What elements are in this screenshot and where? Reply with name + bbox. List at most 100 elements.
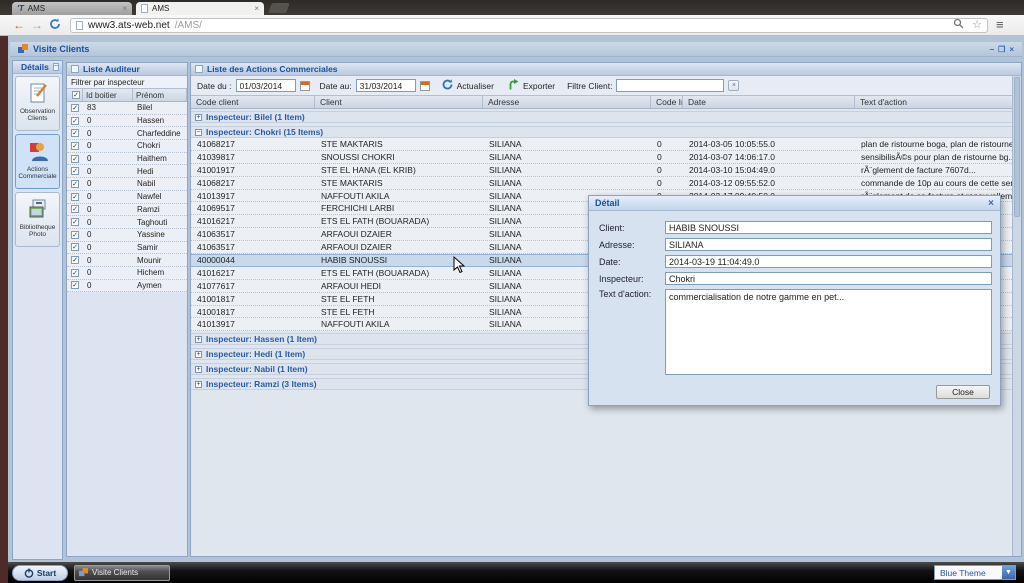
browser-menu-icon[interactable]: ≡ bbox=[996, 20, 1004, 30]
new-tab-button[interactable] bbox=[268, 3, 290, 13]
row-checkbox[interactable]: ✓ bbox=[67, 142, 83, 150]
start-label: Start bbox=[37, 568, 56, 578]
expand-group-icon[interactable]: + bbox=[195, 381, 202, 388]
column-header[interactable]: Code In... bbox=[651, 96, 683, 108]
filter-client-input[interactable] bbox=[616, 79, 724, 92]
auditor-row[interactable]: ✓0Hichem bbox=[67, 267, 187, 280]
row-checkbox[interactable]: ✓ bbox=[67, 281, 83, 289]
tab-close-icon[interactable]: × bbox=[254, 4, 259, 13]
client-field[interactable] bbox=[665, 221, 992, 234]
calendar-icon[interactable] bbox=[420, 81, 430, 91]
sidebar-item-observation-clients[interactable]: ObservationClients bbox=[15, 76, 60, 131]
column-header-name[interactable]: Prénom bbox=[133, 89, 187, 101]
row-checkbox[interactable]: ✓ bbox=[67, 205, 83, 213]
inspecteur-field[interactable] bbox=[665, 272, 992, 285]
column-header[interactable]: Client bbox=[315, 96, 483, 108]
search-icon[interactable] bbox=[953, 16, 964, 34]
refresh-action-icon[interactable] bbox=[442, 79, 453, 92]
auditor-row[interactable]: ✓0Taghouti bbox=[67, 216, 187, 229]
back-icon[interactable]: ← bbox=[10, 18, 28, 32]
row-checkbox[interactable]: ✓ bbox=[67, 243, 83, 251]
expand-group-icon[interactable]: + bbox=[195, 336, 202, 343]
date-from-input[interactable] bbox=[236, 79, 296, 92]
auditor-row[interactable]: ✓83Bilel bbox=[67, 102, 187, 115]
restore-icon[interactable]: ❐ bbox=[998, 45, 1005, 54]
auditor-row[interactable]: ✓0Haithem bbox=[67, 153, 187, 166]
auditor-row[interactable]: ✓0Samir bbox=[67, 242, 187, 255]
adresse-field[interactable] bbox=[665, 238, 992, 251]
refresh-button[interactable]: Actualiser bbox=[457, 81, 494, 91]
column-header[interactable]: Code client bbox=[191, 96, 315, 108]
dialog-close-icon[interactable]: × bbox=[988, 198, 994, 209]
theme-selector[interactable]: Blue Theme ▼ bbox=[934, 565, 1016, 580]
auditor-row[interactable]: ✓0Ramzi bbox=[67, 204, 187, 217]
auditor-row[interactable]: ✓0Aymen bbox=[67, 280, 187, 293]
expand-group-icon[interactable]: + bbox=[195, 351, 202, 358]
tab-close-icon[interactable]: × bbox=[122, 4, 127, 13]
table-row[interactable]: 41068217STE MAKTARISSILIANA02014-03-12 0… bbox=[191, 177, 1012, 190]
row-checkbox[interactable]: ✓ bbox=[67, 180, 83, 188]
expand-group-icon[interactable]: + bbox=[195, 366, 202, 373]
minimize-icon[interactable]: − bbox=[989, 45, 994, 54]
date-to-input[interactable] bbox=[356, 79, 416, 92]
bookmark-star-icon[interactable]: ☆ bbox=[972, 20, 982, 30]
row-checkbox[interactable]: ✓ bbox=[67, 155, 83, 163]
close-button[interactable]: Close bbox=[936, 385, 990, 399]
browser-tab-active[interactable]: AMS × bbox=[136, 2, 264, 15]
auditor-row[interactable]: ✓0Hassen bbox=[67, 115, 187, 128]
refresh-icon[interactable] bbox=[46, 18, 64, 33]
auditor-row[interactable]: ✓0Yassine bbox=[67, 229, 187, 242]
browser-tab-inactive[interactable]: 'T AMS × bbox=[12, 2, 132, 15]
scrollbar-thumb[interactable] bbox=[1014, 77, 1020, 217]
column-header[interactable]: Text d'action bbox=[855, 96, 1021, 108]
expand-group-icon[interactable]: + bbox=[195, 114, 202, 121]
auditor-row[interactable]: ✓0Nawfel bbox=[67, 191, 187, 204]
auditor-row[interactable]: ✓0Hedi bbox=[67, 165, 187, 178]
calendar-icon[interactable] bbox=[300, 81, 310, 91]
sidebar-item-bibliotheque-photo[interactable]: BibliothequePhoto bbox=[15, 192, 60, 247]
auditor-row-list: ✓83Bilel✓0Hassen✓0Charfeddine✓0Chokri✓0H… bbox=[67, 102, 187, 292]
row-checkbox[interactable]: ✓ bbox=[67, 104, 83, 112]
auditor-id-cell: 0 bbox=[83, 243, 133, 252]
auditor-row[interactable]: ✓0Chokri bbox=[67, 140, 187, 153]
row-checkbox[interactable]: ✓ bbox=[67, 218, 83, 226]
auditor-row[interactable]: ✓0Nabil bbox=[67, 178, 187, 191]
export-button[interactable]: Exporter bbox=[523, 81, 555, 91]
row-checkbox[interactable]: ✓ bbox=[67, 117, 83, 125]
dialog-titlebar[interactable]: Détail × bbox=[589, 196, 1000, 211]
start-button[interactable]: Start bbox=[12, 565, 68, 581]
group-header-row[interactable]: −Inspecteur: Chokri (15 Items) bbox=[191, 126, 1012, 138]
url-field[interactable]: www3.ats-web.net /AMS/ ☆ bbox=[70, 18, 988, 33]
taskbar-task-visite-clients[interactable]: Visite Clients bbox=[74, 565, 170, 581]
auditor-row[interactable]: ✓0Mounir bbox=[67, 254, 187, 267]
column-header[interactable]: Date bbox=[683, 96, 855, 108]
row-checkbox[interactable]: ✓ bbox=[67, 193, 83, 201]
collapse-group-icon[interactable]: − bbox=[195, 129, 202, 136]
text-action-field[interactable]: commercialisation de notre gamme en pet.… bbox=[665, 289, 992, 375]
vertical-scrollbar[interactable] bbox=[1012, 76, 1021, 556]
date-field[interactable] bbox=[665, 255, 992, 268]
select-all-checkbox[interactable]: ✓ bbox=[67, 89, 83, 101]
collapse-icon[interactable]: − bbox=[53, 63, 59, 71]
group-label: Inspecteur: Nabil (1 Item) bbox=[206, 364, 308, 374]
auditor-name-cell: Haithem bbox=[133, 154, 187, 163]
sidebar-item-actions-commerciale[interactable]: ActionsCommerciale bbox=[15, 134, 60, 189]
row-checkbox[interactable]: ✓ bbox=[67, 269, 83, 277]
column-header[interactable]: Adresse bbox=[483, 96, 651, 108]
table-row[interactable]: 41068217STE MAKTARISSILIANA02014-03-05 1… bbox=[191, 138, 1012, 151]
forward-icon[interactable]: → bbox=[28, 18, 46, 32]
row-checkbox[interactable]: ✓ bbox=[67, 167, 83, 175]
close-icon[interactable]: × bbox=[1009, 45, 1014, 54]
row-checkbox[interactable]: ✓ bbox=[67, 256, 83, 264]
table-row[interactable]: 41039817SNOUSSI CHOKRISILIANA02014-03-07… bbox=[191, 151, 1012, 164]
row-checkbox[interactable]: ✓ bbox=[67, 129, 83, 137]
clear-filter-icon[interactable]: × bbox=[728, 80, 739, 91]
group-header-row[interactable]: +Inspecteur: Bilel (1 Item) bbox=[191, 111, 1012, 123]
column-header-id[interactable]: Id boitier bbox=[83, 89, 133, 101]
cell-text-action: rÃ¨glement de facture 7607d... bbox=[855, 165, 1012, 175]
export-icon[interactable] bbox=[508, 79, 519, 92]
row-checkbox[interactable]: ✓ bbox=[67, 231, 83, 239]
auditor-row[interactable]: ✓0Charfeddine bbox=[67, 127, 187, 140]
chevron-down-icon[interactable]: ▼ bbox=[1002, 566, 1015, 579]
table-row[interactable]: 41001917STE EL HANA (EL KRIB)SILIANA0201… bbox=[191, 164, 1012, 177]
